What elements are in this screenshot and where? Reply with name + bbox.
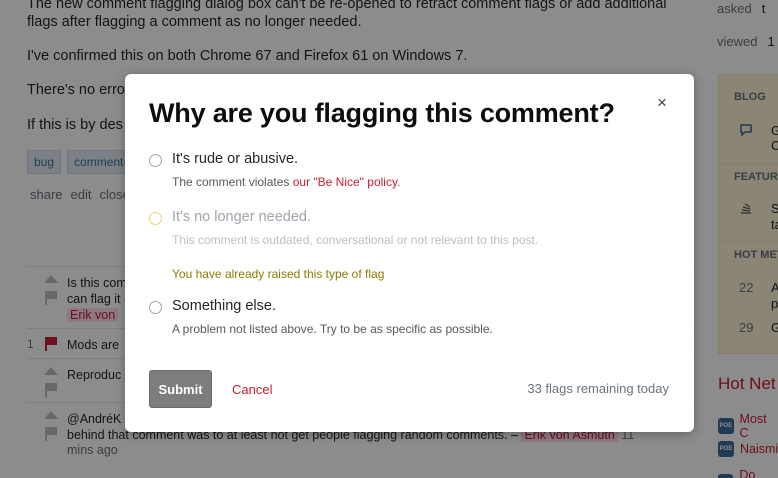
radio-button[interactable]: [149, 301, 162, 314]
flags-remaining-text: 33 flags remaining today: [527, 381, 669, 396]
option-description: The comment violates our "Be Nice" polic…: [172, 175, 401, 189]
radio-button[interactable]: [149, 154, 162, 167]
option-description: This comment is outdated, conversational…: [172, 233, 539, 247]
radio-button: [149, 212, 162, 225]
submit-button[interactable]: Submit: [149, 370, 212, 408]
already-flagged-warning: You have already raised this type of fla…: [172, 267, 385, 281]
option-label: It's no longer needed.: [172, 209, 312, 225]
close-icon[interactable]: ×: [657, 94, 667, 112]
cancel-button[interactable]: Cancel: [232, 382, 272, 397]
dialog-title: Why are you flagging this comment?: [149, 98, 615, 128]
flag-comment-dialog: Why are you flagging this comment? × It'…: [125, 74, 694, 432]
option-label[interactable]: Something else.: [172, 298, 276, 314]
option-description: A problem not listed above. Try to be as…: [172, 322, 493, 336]
option-label[interactable]: It's rude or abusive.: [172, 151, 298, 167]
be-nice-policy-link[interactable]: our "Be Nice" policy: [293, 175, 397, 189]
